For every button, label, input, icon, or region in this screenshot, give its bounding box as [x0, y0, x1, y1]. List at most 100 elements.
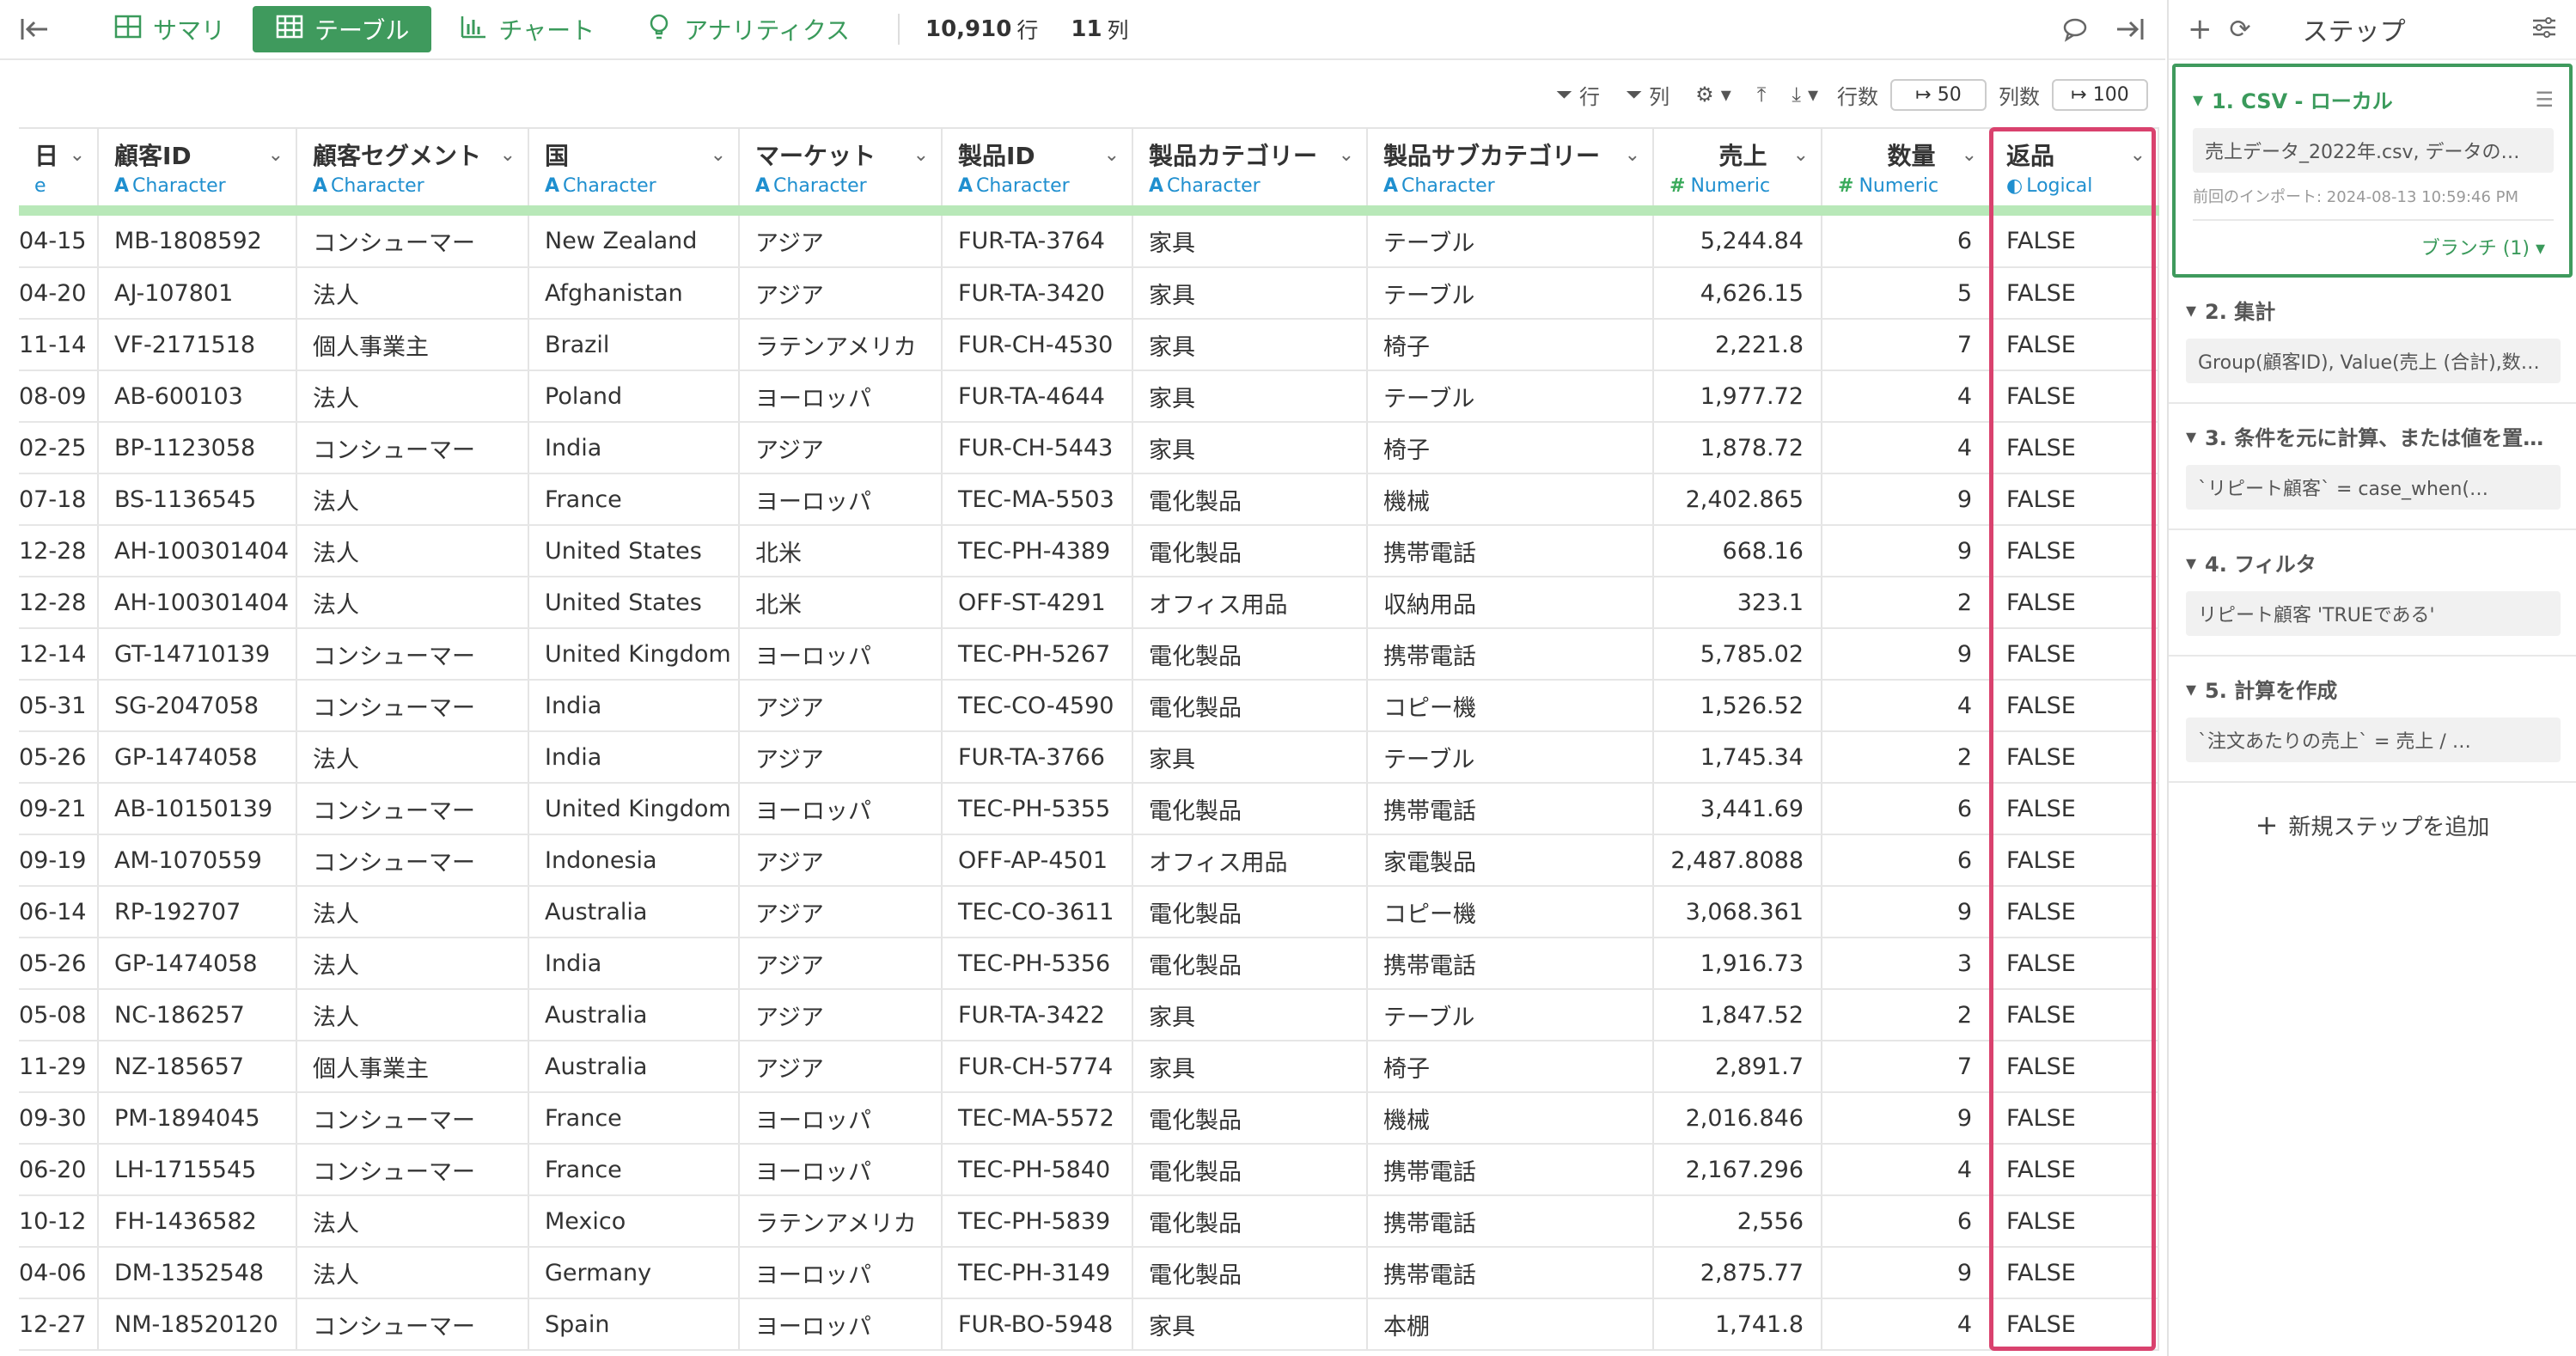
table-cell[interactable]: FALSE [1990, 628, 2159, 681]
table-cell[interactable]: 2 [1822, 577, 1991, 629]
rows-input[interactable]: ↦ 50 [1890, 78, 1987, 111]
column-header[interactable]: マーケット ⌄ A Character [739, 127, 943, 205]
table-cell[interactable]: ラテンアメリカ [739, 1195, 943, 1248]
table-cell[interactable]: TEC-MA-5572 [942, 1092, 1133, 1145]
table-cell[interactable]: 家具 [1132, 319, 1368, 371]
table-cell[interactable]: 12-28 [19, 525, 99, 577]
table-cell[interactable]: 個人事業主 [296, 319, 529, 371]
comment-icon[interactable] [2055, 9, 2095, 49]
table-cell[interactable]: GT-14710139 [98, 628, 297, 681]
table-cell[interactable]: FALSE [1990, 783, 2159, 835]
table-cell[interactable]: 9 [1822, 628, 1991, 681]
table-cell[interactable]: India [528, 422, 740, 474]
table-cell[interactable]: BS-1136545 [98, 473, 297, 526]
table-cell[interactable]: テーブル [1367, 989, 1654, 1041]
table-cell[interactable]: コンシューマー [296, 1298, 529, 1351]
table-cell[interactable]: 電化製品 [1132, 783, 1368, 835]
chevron-down-icon[interactable]: ⌄ [2130, 144, 2146, 166]
column-header[interactable]: 数量 ⌄ # Numeric [1822, 127, 1991, 205]
table-cell[interactable]: 電化製品 [1132, 628, 1368, 681]
table-cell[interactable]: 電化製品 [1132, 886, 1368, 938]
table-cell[interactable]: 12-14 [19, 628, 99, 681]
table-cell[interactable]: FALSE [1990, 1041, 2159, 1093]
table-cell[interactable]: 11-14 [19, 319, 99, 371]
table-cell[interactable]: 9 [1822, 525, 1991, 577]
table-cell[interactable]: France [528, 1144, 740, 1196]
column-header[interactable]: 製品ID ⌄ A Character [942, 127, 1133, 205]
step-4-summary[interactable]: リピート顧客 'TRUEである' [2186, 591, 2561, 636]
table-cell[interactable]: 07-18 [19, 473, 99, 526]
table-cell[interactable]: 家具 [1132, 370, 1368, 423]
chevron-down-icon[interactable]: ⌄ [1625, 144, 1640, 166]
table-cell[interactable]: FALSE [1990, 1144, 2159, 1196]
table-row[interactable]: 05-26 GP-1474058 法人 India アジア TEC-PH-5356 電化製品… [19, 938, 2159, 990]
table-cell[interactable]: 法人 [296, 525, 529, 577]
table-cell[interactable]: テーブル [1367, 731, 1654, 784]
table-cell[interactable]: Afghanistan [528, 267, 740, 320]
table-cell[interactable]: 4 [1822, 1298, 1991, 1351]
table-cell[interactable]: 1,745.34 [1653, 731, 1822, 784]
table-cell[interactable]: FUR-CH-4530 [942, 319, 1133, 371]
table-cell[interactable]: AB-600103 [98, 370, 297, 423]
table-cell[interactable]: 4 [1822, 370, 1991, 423]
table-cell[interactable]: FALSE [1990, 989, 2159, 1041]
table-cell[interactable]: 北米 [739, 525, 943, 577]
table-cell[interactable]: BP-1123058 [98, 422, 297, 474]
chevron-down-icon[interactable]: ⌄ [1962, 144, 1977, 166]
table-cell[interactable]: ヨーロッパ [739, 628, 943, 681]
table-row[interactable]: 11-29 NZ-185657 個人事業主 Australia アジア FUR-CH-57… [19, 1041, 2159, 1093]
table-cell[interactable]: コンシューマー [296, 628, 529, 681]
table-cell[interactable]: 6 [1822, 216, 1991, 268]
table-cell[interactable]: 携帯電話 [1367, 1144, 1654, 1196]
table-cell[interactable]: 携帯電話 [1367, 628, 1654, 681]
table-cell[interactable]: 収納用品 [1367, 577, 1654, 629]
table-cell[interactable]: PM-1894045 [98, 1092, 297, 1145]
table-cell[interactable]: 携帯電話 [1367, 938, 1654, 990]
table-cell[interactable]: 法人 [296, 473, 529, 526]
table-cell[interactable]: 1,977.72 [1653, 370, 1822, 423]
chevron-down-icon[interactable]: ⌄ [1339, 144, 1354, 166]
table-cell[interactable]: SG-2047058 [98, 680, 297, 732]
table-cell[interactable]: 電化製品 [1132, 680, 1368, 732]
table-cell[interactable]: United States [528, 525, 740, 577]
column-header[interactable]: 国 ⌄ A Character [528, 127, 740, 205]
table-cell[interactable]: 2,016.846 [1653, 1092, 1822, 1145]
table-cell[interactable]: India [528, 680, 740, 732]
table-cell[interactable]: OFF-AP-4501 [942, 834, 1133, 887]
table-cell[interactable]: 個人事業主 [296, 1041, 529, 1093]
step-1-summary[interactable]: 売上データ_2022年.csv, データの… [2193, 128, 2554, 173]
table-cell[interactable]: FUR-TA-3766 [942, 731, 1133, 784]
table-row[interactable]: 12-28 AH-100301404 法人 United States 北米 TEC-PH… [19, 525, 2159, 577]
table-cell[interactable]: New Zealand [528, 216, 740, 268]
table-cell[interactable]: Germany [528, 1247, 740, 1299]
table-row[interactable]: 09-19 AM-1070559 コンシューマー Indonesia アジア OFF-AP… [19, 834, 2159, 887]
step-5[interactable]: ▾ 5. 計算を作成 `注文あたりの売上` = 売上 / … [2169, 657, 2576, 783]
column-filter-button[interactable]: ⏷ 列 [1619, 75, 1676, 115]
table-cell[interactable]: FALSE [1990, 1298, 2159, 1351]
table-cell[interactable]: OFF-ST-4291 [942, 577, 1133, 629]
table-cell[interactable]: AH-100301404 [98, 577, 297, 629]
table-cell[interactable]: ヨーロッパ [739, 1144, 943, 1196]
refresh-icon[interactable]: ⟳ [2230, 15, 2251, 45]
table-cell[interactable]: 12-28 [19, 577, 99, 629]
table-cell[interactable]: United Kingdom [528, 628, 740, 681]
table-cell[interactable]: NZ-185657 [98, 1041, 297, 1093]
table-cell[interactable]: 機械 [1367, 473, 1654, 526]
column-header[interactable]: 返品 ⌄ ◐ Logical [1990, 127, 2159, 205]
table-cell[interactable]: コンシューマー [296, 1092, 529, 1145]
table-cell[interactable]: FALSE [1990, 886, 2159, 938]
table-cell[interactable]: 2,556 [1653, 1195, 1822, 1248]
table-cell[interactable]: 09-21 [19, 783, 99, 835]
table-cell[interactable]: 家具 [1132, 267, 1368, 320]
table-cell[interactable]: RP-192707 [98, 886, 297, 938]
table-row[interactable]: 09-21 AB-10150139 コンシューマー United Kingdom ヨーロ… [19, 783, 2159, 835]
table-cell[interactable]: 06-20 [19, 1144, 99, 1196]
table-cell[interactable]: 携帯電話 [1367, 1247, 1654, 1299]
table-cell[interactable]: 椅子 [1367, 1041, 1654, 1093]
table-cell[interactable]: 4 [1822, 422, 1991, 474]
table-cell[interactable]: 7 [1822, 319, 1991, 371]
table-cell[interactable]: ヨーロッパ [739, 783, 943, 835]
table-row[interactable]: 05-08 NC-186257 法人 Australia アジア FUR-TA-3422 家… [19, 989, 2159, 1041]
table-cell[interactable]: 2,221.8 [1653, 319, 1822, 371]
chevron-down-icon[interactable]: ⌄ [1104, 144, 1120, 166]
